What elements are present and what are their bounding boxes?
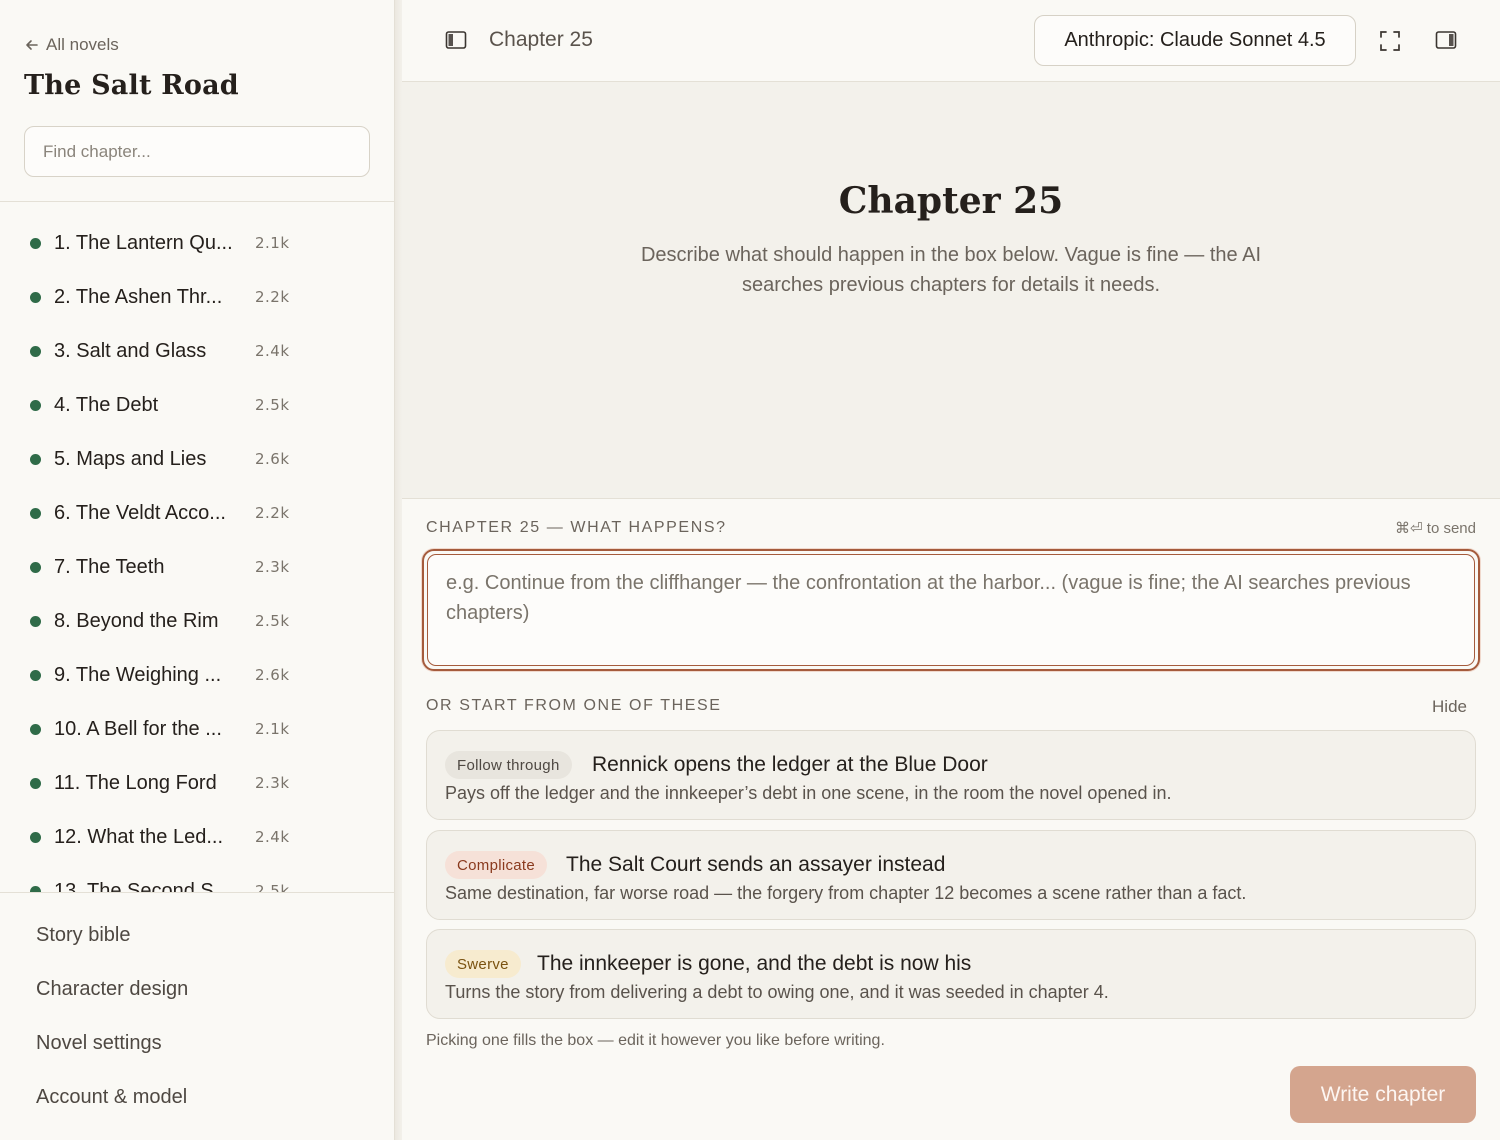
prompt-input-frame xyxy=(422,549,1480,671)
suggestion-description: Same destination, far worse road — the f… xyxy=(445,883,1247,903)
chapter-item[interactable]: 5. Maps and Lies 2.6k xyxy=(0,432,395,486)
chapter-word-count: 2.6k xyxy=(255,666,290,684)
status-dot xyxy=(30,399,41,411)
suggestion-title: The Salt Court sends an assayer instead xyxy=(566,853,946,876)
suggestions-label: OR START FROM ONE OF THESE xyxy=(426,697,722,714)
chapter-word-count: 2.4k xyxy=(255,828,290,846)
chapter-word-count: 2.1k xyxy=(255,234,290,252)
status-dot xyxy=(30,507,41,519)
sidebar: All novels The Salt Road 1. The Lantern … xyxy=(0,0,395,1140)
chapter-item[interactable]: 7. The Teeth 2.3k xyxy=(0,540,395,594)
chapter-title: 13. The Second S... xyxy=(54,879,231,893)
sidebar-toggle-button[interactable] xyxy=(445,30,467,50)
right-panel-icon xyxy=(1435,31,1457,49)
hide-suggestions-link[interactable]: Hide xyxy=(1432,697,1467,717)
chapter-title: 2. The Ashen Thr... xyxy=(54,285,223,308)
status-dot xyxy=(30,237,41,249)
chapter-item[interactable]: 9. The Weighing ... 2.6k xyxy=(0,648,395,702)
fullscreen-icon xyxy=(1380,31,1400,51)
status-dot xyxy=(30,831,41,843)
status-dot xyxy=(30,291,41,303)
model-selector-button[interactable]: Anthropic: Claude Sonnet 4.5 xyxy=(1034,15,1356,66)
suggestions-footnote: Picking one fills the box — edit it howe… xyxy=(426,1032,885,1049)
chapter-word-count: 2.5k xyxy=(255,882,290,892)
chapter-word-count: 2.5k xyxy=(255,396,290,414)
novel-title: The Salt Road xyxy=(24,70,239,101)
chapter-item[interactable]: 1. The Lantern Qu... 2.1k xyxy=(0,216,395,270)
nav-story-bible[interactable]: Story bible xyxy=(36,924,131,947)
page-title: Chapter 25 xyxy=(838,180,1064,222)
nav-character-design[interactable]: Character design xyxy=(36,978,188,1001)
composer-label: CHAPTER 25 — WHAT HAPPENS? xyxy=(426,519,727,536)
chapter-item[interactable]: 12. What the Led... 2.4k xyxy=(0,810,395,864)
chapter-title: 6. The Veldt Acco... xyxy=(54,501,226,524)
right-panel-toggle-button[interactable] xyxy=(1435,30,1457,50)
status-dot xyxy=(30,669,41,681)
chapter-title: 9. The Weighing ... xyxy=(54,663,222,686)
suggestion-card-complicate[interactable]: Complicate The Salt Court sends an assay… xyxy=(426,830,1476,920)
chapter-title: 10. A Bell for the ... xyxy=(54,717,222,740)
sidebar-edge xyxy=(395,0,402,1140)
status-dot xyxy=(30,723,41,735)
status-dot xyxy=(30,345,41,357)
chapter-title: 11. The Long Ford xyxy=(54,771,217,794)
topbar-chapter-title: Chapter 25 xyxy=(489,28,593,51)
top-bar: Chapter 25 Anthropic: Claude Sonnet 4.5 xyxy=(402,0,1500,82)
page-description: Describe what should happen in the box b… xyxy=(640,244,1262,296)
chapter-title: 7. The Teeth xyxy=(54,555,165,578)
chapter-word-count: 2.4k xyxy=(255,342,290,360)
chapter-title: 3. Salt and Glass xyxy=(54,339,207,362)
suggestion-card-swerve[interactable]: Swerve The innkeeper is gone, and the de… xyxy=(426,929,1476,1019)
chapter-item[interactable]: 2. The Ashen Thr... 2.2k xyxy=(0,270,395,324)
nav-novel-settings[interactable]: Novel settings xyxy=(36,1032,162,1055)
chapter-title: 5. Maps and Lies xyxy=(54,447,207,470)
suggestion-tag: Swerve xyxy=(445,950,521,978)
chapter-item[interactable]: 11. The Long Ford 2.3k xyxy=(0,756,395,810)
fullscreen-button[interactable] xyxy=(1379,30,1401,52)
suggestion-title: The innkeeper is gone, and the debt is n… xyxy=(537,952,972,975)
chapter-item[interactable]: 4. The Debt 2.5k xyxy=(0,378,395,432)
back-link-label: All novels xyxy=(46,35,119,54)
suggestion-tag: Follow through xyxy=(445,751,572,779)
chapter-word-count: 2.2k xyxy=(255,288,290,306)
status-dot xyxy=(30,453,41,465)
suggestion-tag: Complicate xyxy=(445,851,548,879)
suggestion-description: Turns the story from delivering a debt t… xyxy=(445,982,1109,1002)
suggestion-card-follow-through[interactable]: Follow through Rennick opens the ledger … xyxy=(426,730,1476,820)
chapter-title: 12. What the Led... xyxy=(54,825,223,848)
chapter-item[interactable]: 3. Salt and Glass 2.4k xyxy=(0,324,395,378)
back-to-novels-link[interactable]: All novels xyxy=(24,34,119,56)
chapter-title: 1. The Lantern Qu... xyxy=(54,231,233,254)
suggestion-title: Rennick opens the ledger at the Blue Doo… xyxy=(592,753,988,776)
suggestion-description: Pays off the ledger and the innkeeper’s … xyxy=(445,783,1172,803)
chapter-item[interactable]: 8. Beyond the Rim 2.5k xyxy=(0,594,395,648)
nav-account-model[interactable]: Account & model xyxy=(36,1086,187,1109)
chapter-word-count: 2.3k xyxy=(255,774,290,792)
chapter-title: 4. The Debt xyxy=(54,393,159,416)
sidebar-divider-bottom xyxy=(0,892,395,893)
chapter-composer: CHAPTER 25 — WHAT HAPPENS? ⌘⏎ to send OR… xyxy=(402,498,1500,1140)
chapter-word-count: 2.2k xyxy=(255,504,290,522)
sidebar-divider-top xyxy=(0,201,395,202)
sidebar-toggle-icon xyxy=(445,31,467,49)
chapter-title: 8. Beyond the Rim xyxy=(54,609,219,632)
chapter-item[interactable]: 10. A Bell for the ... 2.1k xyxy=(0,702,395,756)
chapter-word-count: 2.3k xyxy=(255,558,290,576)
status-dot xyxy=(30,777,41,789)
write-chapter-button[interactable]: Write chapter xyxy=(1290,1066,1476,1123)
chapter-word-count: 2.6k xyxy=(255,450,290,468)
chapter-word-count: 2.5k xyxy=(255,612,290,630)
chapter-item[interactable]: 6. The Veldt Acco... 2.2k xyxy=(0,486,395,540)
chapter-word-count: 2.1k xyxy=(255,720,290,738)
arrow-left-icon xyxy=(26,40,38,50)
status-dot xyxy=(30,561,41,573)
status-dot xyxy=(30,615,41,627)
chapter-list[interactable]: 1. The Lantern Qu... 2.1k 2. The Ashen Th… xyxy=(0,216,395,892)
send-shortcut-hint: ⌘⏎ to send xyxy=(1395,520,1476,537)
chapter-prompt-input[interactable] xyxy=(427,554,1475,666)
chapter-item[interactable]: 13. The Second S... 2.5k xyxy=(0,864,395,892)
find-chapter-input[interactable] xyxy=(24,126,370,177)
